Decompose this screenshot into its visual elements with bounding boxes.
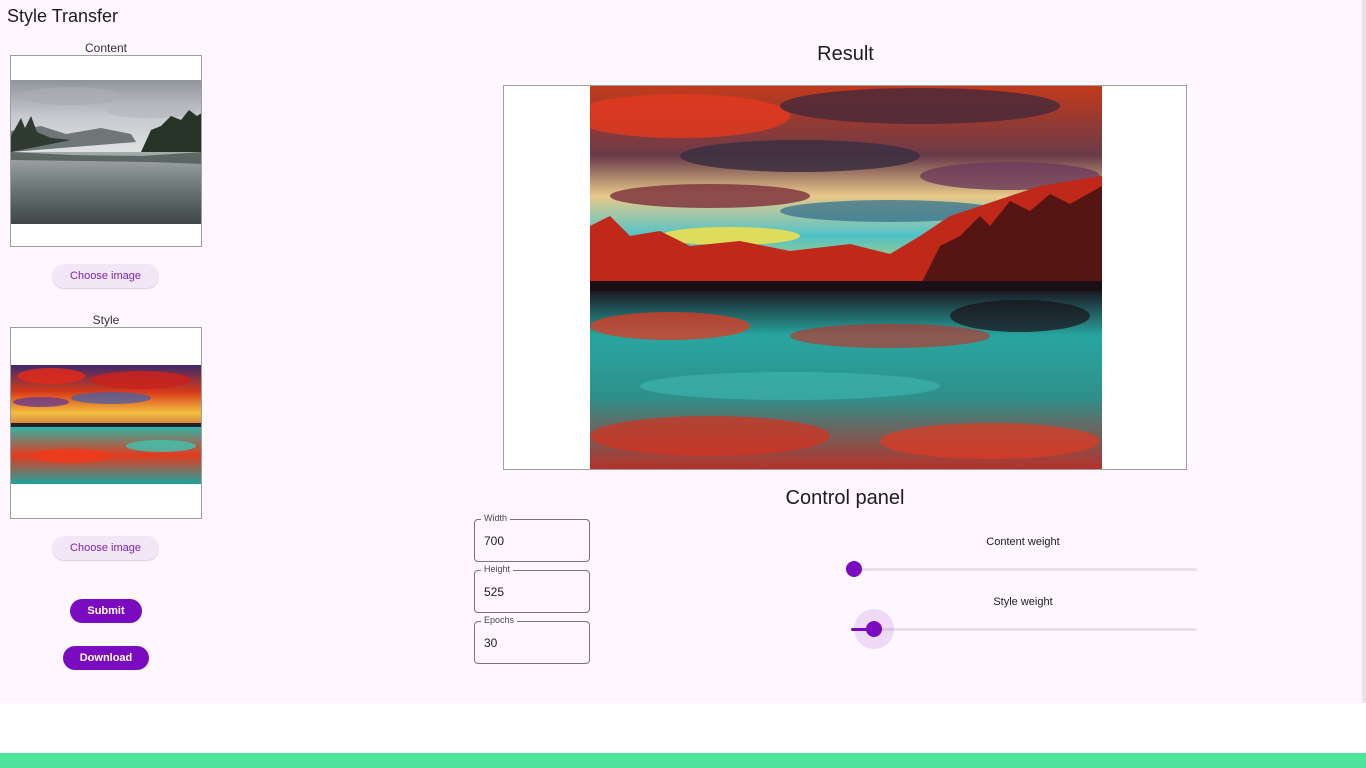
epochs-field[interactable]: Epochs <box>474 615 590 664</box>
control-panel-title: Control panel <box>785 487 905 509</box>
width-field-label: Width <box>481 513 511 523</box>
result-title: Result <box>817 43 874 65</box>
height-field[interactable]: Height <box>474 564 590 613</box>
bottom-bar <box>0 753 1366 768</box>
content-image <box>11 80 201 224</box>
width-field[interactable]: Width <box>474 513 590 562</box>
style-label: Style <box>92 313 120 327</box>
choose-content-image-button[interactable]: Choose image <box>52 264 159 288</box>
result-image <box>590 86 1102 469</box>
app-title: Style Transfer <box>7 6 119 26</box>
content-weight-slider[interactable] <box>846 561 1197 577</box>
style-image <box>11 365 201 484</box>
choose-style-image-button[interactable]: Choose image <box>52 536 159 560</box>
style-weight-label: Style weight <box>993 596 1053 608</box>
result-image-frame <box>503 85 1187 470</box>
content-label: Content <box>84 41 128 55</box>
style-weight-slider[interactable] <box>851 609 1197 649</box>
content-image-frame <box>10 55 202 247</box>
height-field-label: Height <box>481 564 514 574</box>
content-weight-label: Content weight <box>986 536 1060 548</box>
width-input[interactable] <box>484 533 579 549</box>
submit-button[interactable]: Submit <box>70 599 142 623</box>
download-button[interactable]: Download <box>63 646 149 670</box>
style-image-frame <box>10 327 202 519</box>
epochs-field-label: Epochs <box>481 615 518 625</box>
height-input[interactable] <box>484 584 579 600</box>
content-weight-slider-thumb[interactable] <box>846 561 862 577</box>
scrollbar[interactable] <box>1362 0 1366 703</box>
epochs-input[interactable] <box>484 635 579 651</box>
app-surface: Style Transfer Content Choose image Styl… <box>0 0 1366 703</box>
